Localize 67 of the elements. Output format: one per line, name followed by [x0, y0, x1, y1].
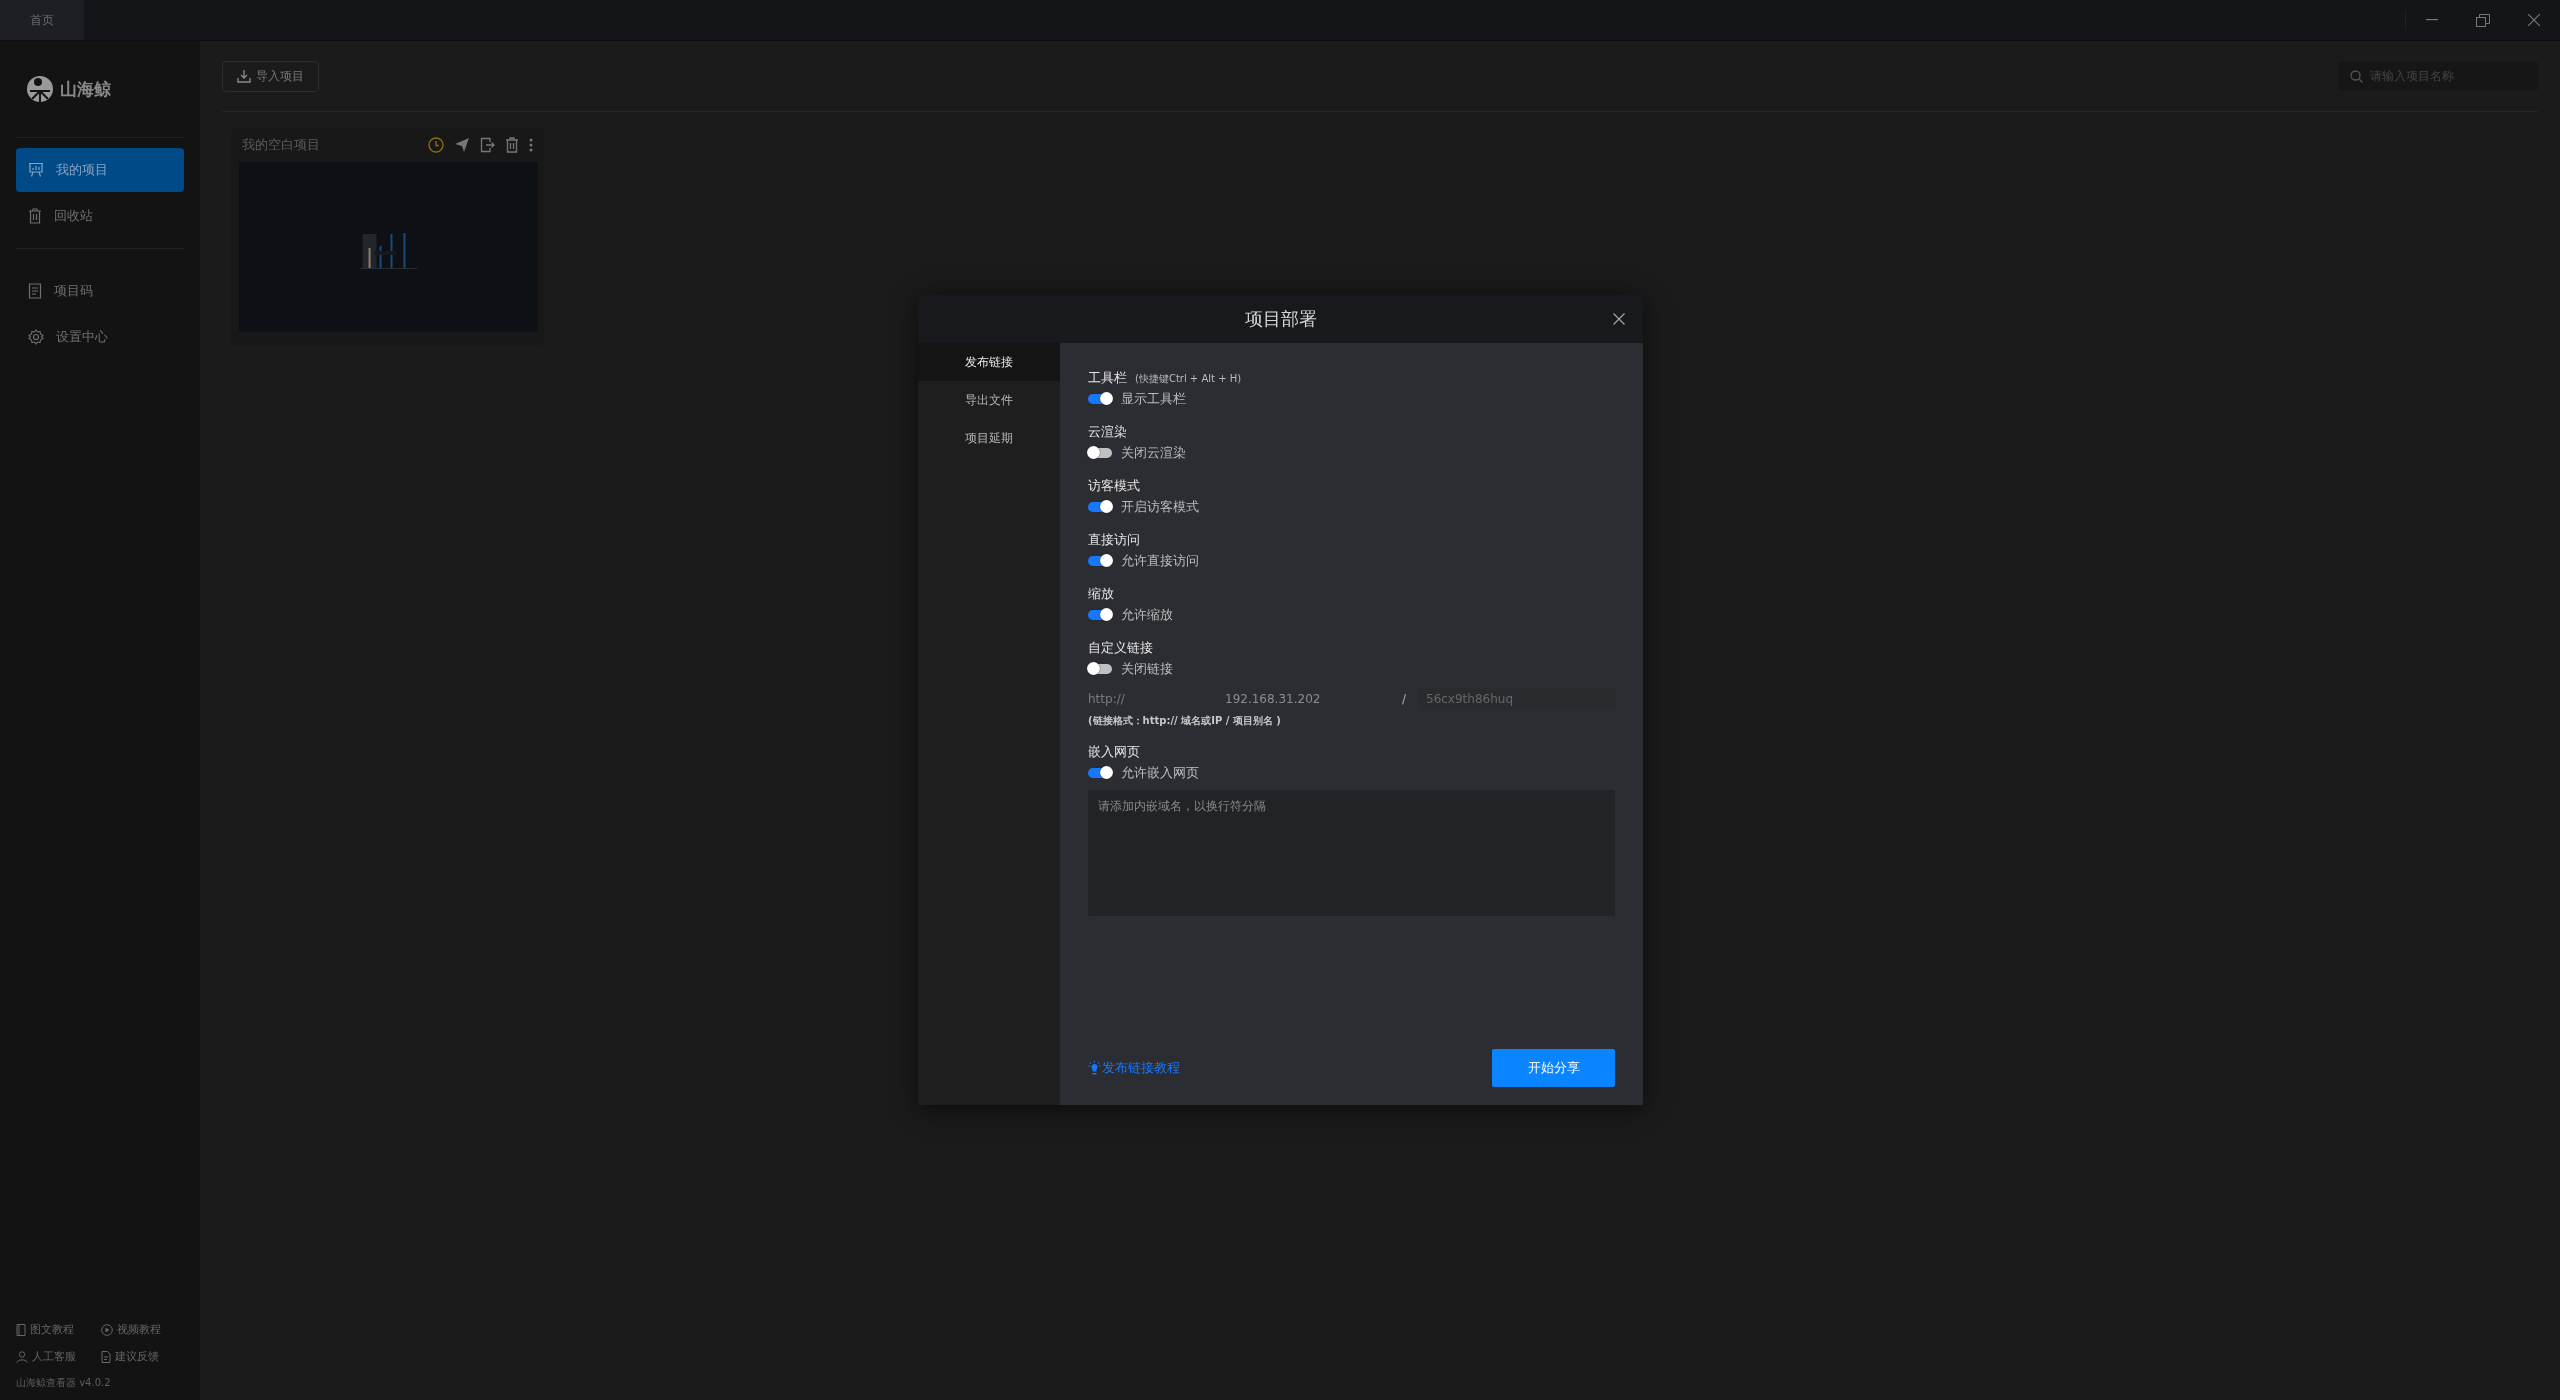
setting-title: 云渲染 — [1088, 423, 1127, 441]
gear-icon — [28, 329, 44, 345]
trash-icon — [28, 208, 42, 224]
minimize-icon[interactable] — [2426, 19, 2438, 21]
toggle-switch[interactable] — [1088, 556, 1112, 566]
logo-icon — [26, 75, 54, 103]
toggle-label: 关闭链接 — [1121, 660, 1173, 678]
toggle-label: 允许嵌入网页 — [1121, 764, 1199, 782]
restore-icon[interactable] — [2476, 13, 2490, 27]
project-card[interactable]: 我的空白项目 — [231, 128, 544, 346]
send-icon[interactable] — [454, 137, 470, 153]
download-icon — [237, 69, 251, 83]
brand-name: 山海鲸 — [60, 77, 111, 101]
sidebar-item[interactable]: 回收站 — [16, 194, 184, 238]
url-scheme: http:// — [1088, 692, 1126, 706]
setting-title: 缩放 — [1088, 585, 1114, 603]
dialog-tab[interactable]: 项目延期 — [918, 419, 1060, 457]
version-text: 山海鲸查看器 v4.0.2 — [15, 1376, 112, 1390]
export-icon[interactable] — [480, 137, 495, 153]
play-icon — [101, 1323, 113, 1336]
lightbulb-icon — [1088, 1061, 1101, 1075]
setting-title: 自定义链接 — [1088, 639, 1153, 657]
toggle-switch[interactable] — [1088, 394, 1112, 404]
sidebar-item[interactable]: 我的项目 — [16, 148, 184, 192]
feedback-icon — [101, 1350, 111, 1363]
help-link[interactable]: 图文教程 — [16, 1322, 101, 1337]
start-share-button[interactable]: 开始分享 — [1492, 1049, 1615, 1087]
toggle-label: 显示工具栏 — [1121, 390, 1186, 408]
toggle-label: 允许缩放 — [1121, 606, 1173, 624]
clock-icon[interactable] — [428, 137, 444, 153]
project-title: 我的空白项目 — [242, 136, 320, 154]
more-icon[interactable] — [529, 138, 533, 152]
setting-title: 工具栏 — [1088, 369, 1127, 387]
format-hint: (链接格式：http:// 域名或IP / 项目别名 ) — [1088, 714, 1282, 728]
toggle-switch[interactable] — [1088, 448, 1112, 458]
toggle-label: 允许直接访问 — [1121, 552, 1199, 570]
setting-title: 嵌入网页 — [1088, 743, 1140, 761]
close-icon[interactable] — [1613, 313, 1625, 325]
toggle-label: 开启访客模式 — [1121, 498, 1199, 516]
url-separator: / — [1402, 692, 1408, 706]
host-field: 192.168.31.202 — [1225, 692, 1402, 706]
book-icon — [16, 1323, 26, 1336]
setting-title: 访客模式 — [1088, 477, 1140, 495]
help-link[interactable]: 视频教程 — [101, 1322, 186, 1337]
dialog-title: 项目部署 — [1244, 307, 1317, 331]
import-button[interactable]: 导入项目 — [222, 60, 319, 92]
trash-icon[interactable] — [505, 137, 519, 153]
dialog-tab[interactable]: 发布链接 — [918, 343, 1060, 381]
document-icon — [28, 283, 42, 299]
sidebar-item[interactable]: 设置中心 — [16, 315, 184, 359]
presentation-icon — [28, 162, 44, 178]
toggle-switch[interactable] — [1088, 768, 1112, 778]
close-icon[interactable] — [2528, 14, 2540, 26]
setting-title: 直接访问 — [1088, 531, 1140, 549]
domain-textarea[interactable]: 请添加内嵌域名，以换行符分隔 — [1088, 790, 1615, 916]
tutorial-link[interactable]: 发布链接教程 — [1088, 1059, 1180, 1077]
toggle-label: 关闭云渲染 — [1121, 444, 1186, 462]
toggle-switch[interactable] — [1088, 664, 1112, 674]
shortcut-hint: (快捷键Ctrl + Alt + H) — [1135, 372, 1242, 386]
tab[interactable]: 首页 — [0, 0, 84, 40]
help-link[interactable]: 人工客服 — [16, 1349, 101, 1364]
dialog-tab[interactable]: 导出文件 — [918, 381, 1060, 419]
toggle-switch[interactable] — [1088, 502, 1112, 512]
toggle-switch[interactable] — [1088, 610, 1112, 620]
help-link[interactable]: 建议反馈 — [101, 1349, 186, 1364]
sidebar-item[interactable]: 项目码 — [16, 269, 184, 313]
person-icon — [16, 1350, 28, 1363]
